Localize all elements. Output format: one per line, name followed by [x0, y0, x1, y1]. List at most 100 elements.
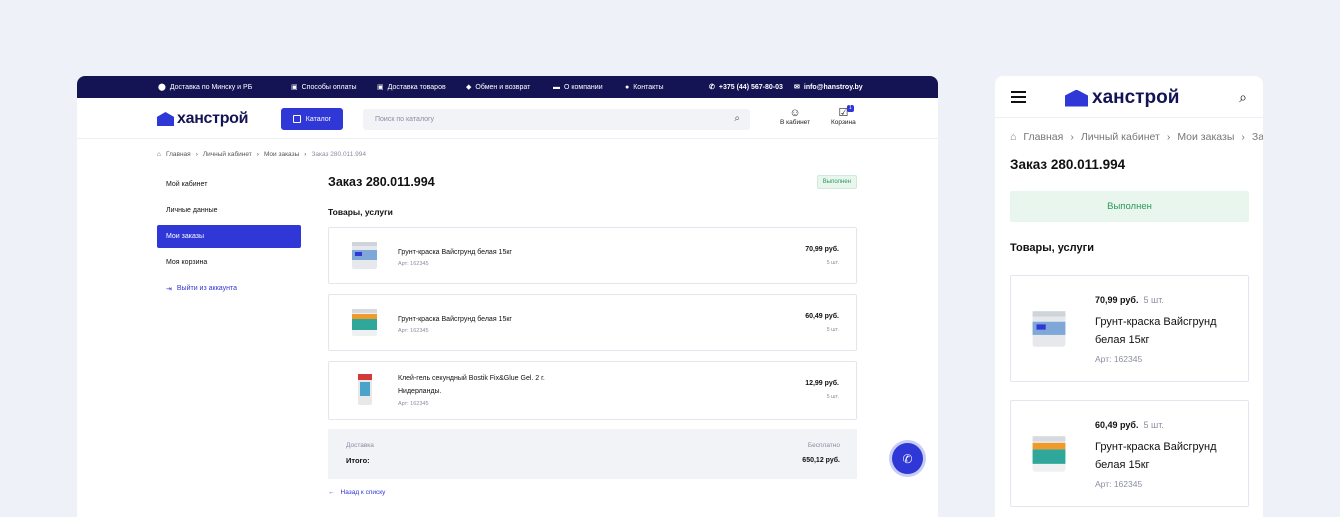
chevron-right-icon: › [1070, 131, 1074, 143]
menu-icon[interactable] [1011, 91, 1026, 103]
item-price: 70,99 руб. 5 шт. [1095, 295, 1164, 305]
topbar-phone-link[interactable]: ✆ +375 (44) 567-80-03 [709, 83, 794, 92]
item-article: Арт: 162345 [398, 261, 429, 267]
paint-bucket-image [1032, 436, 1066, 472]
order-item[interactable]: 70,99 руб. 5 шт. Грунт-краска Вайсгрунд б… [1010, 275, 1249, 382]
item-price: 60,49 руб. 5 шт. [1095, 420, 1164, 430]
mobile-logo[interactable]: ханстрой [1065, 87, 1179, 109]
order-details: Заказ 280.011.994 Выполнен Товары, услуг… [328, 173, 857, 496]
item-article: Арт: 162345 [1095, 354, 1143, 364]
site-header: ханстрой Каталог Поиск по каталогу ⌕ ☺ В… [77, 98, 938, 139]
search-input[interactable]: Поиск по каталогу ⌕ [363, 109, 750, 130]
grid-icon [292, 115, 301, 123]
item-article: Арт: 162345 [398, 401, 429, 407]
price-value: 60,49 руб. [1095, 420, 1139, 430]
breadcrumb-current: За [1251, 131, 1263, 143]
logout-link[interactable]: ⇥ Выйти из аккаунта [157, 277, 301, 300]
total-value: 650,12 руб. [802, 457, 840, 464]
mobile-breadcrumb: ⌂ Главная › Личный кабинет › Мои заказы … [1010, 131, 1263, 143]
account-sidebar: Мой кабинет Личные данные Мои заказы Моя… [157, 173, 301, 303]
section-title: Товары, услуги [328, 207, 393, 217]
order-item[interactable]: 60,49 руб. 5 шт. Грунт-краска Вайсгрунд б… [1010, 400, 1249, 507]
home-icon[interactable]: ⌂ [1010, 131, 1016, 143]
item-price: 60,49 руб. [805, 313, 839, 320]
back-to-list-link[interactable]: ← Назад к списку [328, 489, 857, 496]
breadcrumb-cabinet[interactable]: Личный кабинет [1081, 131, 1160, 143]
glue-bag-image [358, 374, 372, 405]
item-qty: 5 шт. [826, 260, 839, 266]
sidebar-item-orders[interactable]: Мои заказы [157, 225, 301, 248]
cart-badge: 1 [846, 105, 854, 112]
item-name[interactable]: Грунт-краска Вайсгрунд белая 15кг [1095, 313, 1235, 349]
search-icon[interactable]: ⌕ [1239, 89, 1247, 106]
call-button[interactable]: ✆ [892, 443, 923, 474]
order-item[interactable]: Грунт-краска Вайсгрунд белая 15кг Арт: 1… [328, 227, 857, 284]
item-price: 12,99 руб. [805, 380, 839, 387]
section-title: Товары, услуги [1010, 242, 1094, 254]
arrow-left-icon: ← [328, 489, 335, 496]
sidebar-item-personal[interactable]: Личные данные [157, 199, 301, 222]
item-name[interactable]: Клей-гель секундный Bostik Fix&Glue Gel.… [398, 372, 548, 398]
breadcrumb-current: Заказ 280.011.994 [311, 151, 366, 158]
catalog-button[interactable]: Каталог [281, 108, 343, 130]
topbar-payment-link[interactable]: ▣ Способы оплаты [291, 83, 377, 92]
paint-bucket-image [1032, 311, 1066, 347]
logo-house-icon [157, 112, 174, 126]
paint-bucket-image [352, 242, 377, 269]
exchange-icon: ◆ [466, 84, 472, 91]
delivery-label: Доставка [346, 442, 374, 449]
item-name[interactable]: Грунт-краска Вайсгрунд белая 15кг [398, 246, 548, 259]
topbar-shipping-link[interactable]: ▣ Доставка товаров [377, 83, 466, 92]
breadcrumb: ⌂ Главная › Личный кабинет › Мои заказы … [157, 151, 366, 158]
sidebar-item-cart[interactable]: Моя корзина [157, 251, 301, 274]
desktop-frame: ⬤ Доставка по Минску и РБ ▣ Способы оплаты… [77, 76, 938, 517]
order-item[interactable]: Грунт-краска Вайсгрунд белая 15кг Арт: 1… [328, 294, 857, 351]
chevron-right-icon: › [256, 151, 259, 158]
mobile-header: ханстрой ⌕ [995, 76, 1263, 118]
map-pin-icon: ⬤ [158, 84, 166, 91]
breadcrumb-orders[interactable]: Мои заказы [264, 151, 299, 158]
breadcrumb-orders[interactable]: Мои заказы [1177, 131, 1234, 143]
status-badge: Выполнен [1010, 191, 1249, 222]
truck-icon: ▣ [377, 84, 384, 91]
topbar-contacts-link[interactable]: ● Контакты [625, 84, 709, 91]
breadcrumb-home[interactable]: Главная [166, 151, 191, 158]
total-label: Итого: [346, 456, 370, 465]
mobile-frame: ханстрой ⌕ ⌂ Главная › Личный кабинет › … [995, 76, 1263, 517]
chevron-right-icon: › [195, 151, 198, 158]
chevron-right-icon: › [1241, 131, 1245, 143]
cart-button[interactable]: ☑ 1 Корзина [831, 105, 856, 126]
info-icon: ● [625, 83, 630, 91]
paint-bucket-image [352, 309, 377, 336]
home-icon[interactable]: ⌂ [157, 151, 161, 158]
topbar-delivery-link[interactable]: ⬤ Доставка по Минску и РБ [158, 83, 291, 92]
mail-icon: ✉ [794, 84, 800, 91]
topbar-about-link[interactable]: ▬ О компании [553, 84, 625, 91]
topbar-email-link[interactable]: ✉ info@hanstroy.by [794, 83, 863, 92]
item-name[interactable]: Грунт-краска Вайсгрунд белая 15кг [1095, 438, 1235, 474]
logo-house-icon [1065, 89, 1088, 107]
delivery-value: Бесплатно [807, 442, 840, 449]
chevron-right-icon: › [304, 151, 307, 158]
item-name[interactable]: Грунт-краска Вайсгрунд белая 15кг [398, 313, 548, 326]
logout-icon: ⇥ [166, 285, 172, 293]
breadcrumb-cabinet[interactable]: Личный кабинет [203, 151, 252, 158]
item-article: Арт: 162345 [1095, 479, 1143, 489]
sidebar-item-cabinet[interactable]: Мой кабинет [157, 173, 301, 196]
item-price: 70,99 руб. [805, 246, 839, 253]
item-qty: 5 шт. [826, 327, 839, 333]
topbar-exchange-link[interactable]: ◆ Обмен и возврат [466, 83, 553, 92]
search-icon[interactable]: ⌕ [734, 113, 740, 124]
breadcrumb-home[interactable]: Главная [1023, 131, 1063, 143]
site-logo[interactable]: ханстрой [157, 110, 248, 128]
item-qty: 5 шт. [826, 394, 839, 400]
cabinet-button[interactable]: ☺ В кабинет [780, 107, 810, 126]
order-totals: Доставка Итого: Бесплатно 650,12 руб. [328, 429, 857, 479]
order-item[interactable]: Клей-гель секундный Bostik Fix&Glue Gel.… [328, 361, 857, 420]
page-title: Заказ 280.011.994 [328, 175, 435, 189]
item-qty: 5 шт. [1143, 295, 1164, 305]
user-icon: ☺ [789, 107, 801, 119]
phone-icon: ✆ [709, 84, 715, 91]
chevron-right-icon: › [1166, 131, 1171, 143]
company-icon: ▬ [553, 83, 560, 91]
